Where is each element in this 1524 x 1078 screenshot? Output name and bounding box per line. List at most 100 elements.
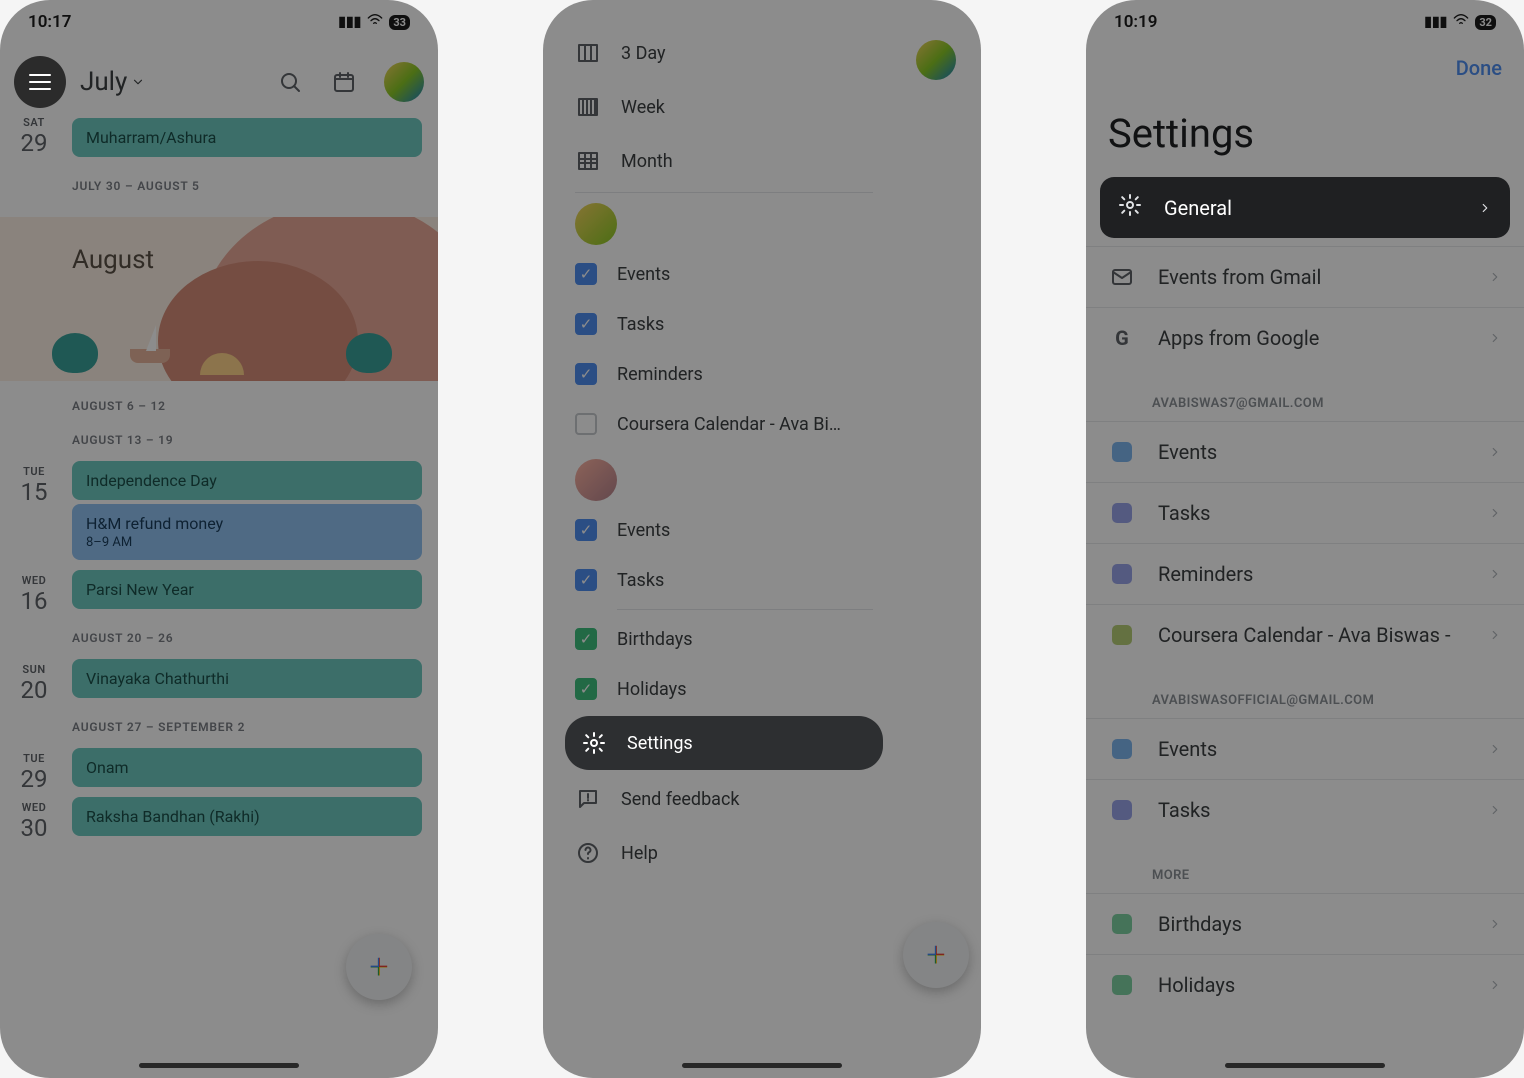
drawer-settings[interactable]: Settings: [565, 716, 883, 770]
checkbox-checked-icon: ✓: [575, 313, 597, 335]
settings-row-m-birthdays[interactable]: Birthdays: [1086, 893, 1524, 954]
calendar-toggle-coursera[interactable]: Coursera Calendar - Ava Biswas -…: [555, 399, 893, 449]
navigation-drawer[interactable]: 3 Day Week Month ✓ Events ✓ Tasks ✓ Remi…: [555, 12, 893, 1066]
calendar-toggle-tasks[interactable]: ✓ Tasks: [555, 299, 893, 349]
status-time: 10:19: [1114, 12, 1157, 32]
event-pill[interactable]: Raksha Bandhan (Rakhi): [72, 797, 422, 836]
calendar-toggle-tasks-2[interactable]: ✓ Tasks: [555, 555, 893, 605]
drawer-help[interactable]: Help: [555, 826, 893, 880]
menu-button[interactable]: [14, 56, 66, 108]
calendar-header: July: [0, 40, 438, 114]
row-label: Events: [1158, 737, 1217, 761]
agenda-list[interactable]: SAT 29 Muharram/Ashura JULY 30 – AUGUST …: [0, 118, 438, 836]
settings-row-events-gmail[interactable]: Events from Gmail: [1086, 246, 1524, 307]
create-event-fab[interactable]: +: [346, 934, 412, 1000]
row-label: Events from Gmail: [1158, 265, 1321, 289]
chevron-down-icon: [131, 75, 145, 89]
calendar-toggle-events-2[interactable]: ✓ Events: [555, 505, 893, 555]
calendar-toggle-birthdays[interactable]: ✓ Birthdays: [555, 614, 893, 664]
week-header: AUGUST 20 – 26: [0, 613, 438, 655]
account-avatar[interactable]: [384, 62, 424, 102]
calendar-toggle-holidays[interactable]: ✓ Holidays: [555, 664, 893, 714]
account1-avatar[interactable]: [575, 203, 617, 245]
event-pill[interactable]: Vinayaka Chathurthi: [72, 659, 422, 698]
today-button[interactable]: [330, 68, 358, 96]
drawer-item-label: Tasks: [617, 570, 664, 591]
event-pill[interactable]: H&M refund money 8–9 AM: [72, 504, 422, 560]
home-indicator: [139, 1063, 299, 1068]
chevron-right-icon: [1488, 737, 1502, 761]
view-option-month[interactable]: Month: [555, 134, 893, 188]
status-bar: 10:19 ▮▮▮ 32: [1086, 0, 1524, 40]
row-label: Coursera Calendar - Ava Biswas -: [1158, 623, 1450, 647]
view-option-3day[interactable]: 3 Day: [555, 26, 893, 80]
settings-row-general[interactable]: General: [1100, 177, 1510, 238]
settings-row-a-coursera[interactable]: Coursera Calendar - Ava Biswas -: [1086, 604, 1524, 665]
calendar-color-icon: [1112, 564, 1132, 584]
day-label: SAT 29: [6, 116, 62, 157]
settings-row-apps-google[interactable]: G Apps from Google: [1086, 307, 1524, 368]
calendar-color-icon: [1112, 442, 1132, 462]
calendar-color-icon: [1112, 914, 1132, 934]
account2-avatar[interactable]: [575, 459, 617, 501]
status-bar: 10:17 ▮▮▮ 33: [0, 0, 438, 40]
section-header: AVABISWAS7@GMAIL.COM: [1086, 368, 1524, 421]
chevron-right-icon: [1488, 501, 1502, 525]
month-label: July: [80, 67, 127, 97]
month-picker[interactable]: July: [80, 67, 145, 97]
chevron-right-icon: [1488, 623, 1502, 647]
settings-row-b-events[interactable]: Events: [1086, 718, 1524, 779]
settings-row-a-tasks[interactable]: Tasks: [1086, 482, 1524, 543]
battery-level: 33: [389, 15, 410, 30]
page-title: Settings: [1086, 80, 1524, 177]
row-label: Holidays: [1158, 973, 1235, 997]
search-button[interactable]: [276, 68, 304, 96]
done-button[interactable]: Done: [1456, 56, 1502, 80]
view-option-week[interactable]: Week: [555, 80, 893, 134]
hero-month-label: August: [72, 245, 154, 275]
chevron-right-icon: [1488, 440, 1502, 464]
row-label: Tasks: [1158, 501, 1211, 525]
drawer-item-label: Events: [617, 520, 670, 541]
signal-icon: ▮▮▮: [338, 14, 361, 30]
row-label: Birthdays: [1158, 912, 1242, 936]
screen-drawer: + 3 Day Week Month ✓ Events ✓ Tasks ✓ Re…: [543, 0, 981, 1078]
calendar-toggle-events[interactable]: ✓ Events: [555, 249, 893, 299]
week-header: AUGUST 6 – 12: [0, 381, 438, 423]
drawer-item-label: Week: [621, 97, 665, 118]
google-icon: G: [1108, 324, 1136, 352]
day-label: TUE15: [6, 465, 62, 506]
settings-list: Events from Gmail G Apps from Google AVA…: [1086, 246, 1524, 1015]
event-pill[interactable]: Onam: [72, 748, 422, 787]
calendar-toggle-reminders[interactable]: ✓ Reminders: [555, 349, 893, 399]
wifi-icon: [367, 14, 383, 30]
chevron-right-icon: [1488, 973, 1502, 997]
row-label: General: [1164, 196, 1232, 220]
drawer-feedback[interactable]: Send feedback: [555, 772, 893, 826]
help-icon: [575, 840, 601, 866]
drawer-item-label: Send feedback: [621, 789, 740, 810]
event-pill[interactable]: Parsi New Year: [72, 570, 422, 609]
settings-row-b-tasks[interactable]: Tasks: [1086, 779, 1524, 840]
drawer-item-label: Help: [621, 843, 658, 864]
week-header: JULY 30 – AUGUST 5: [0, 161, 438, 203]
drawer-item-label: Month: [621, 151, 673, 172]
drawer-item-label: Events: [617, 264, 670, 285]
settings-row-a-reminders[interactable]: Reminders: [1086, 543, 1524, 604]
row-label: Tasks: [1158, 798, 1211, 822]
drawer-item-label: Settings: [627, 733, 693, 754]
drawer-item-label: Coursera Calendar - Ava Biswas -…: [617, 414, 847, 435]
calendar-today-icon: [332, 70, 356, 94]
settings-row-a-events[interactable]: Events: [1086, 421, 1524, 482]
account-avatar: [916, 40, 956, 80]
day-label: WED16: [6, 574, 62, 615]
search-icon: [278, 70, 302, 94]
event-pill[interactable]: Independence Day: [72, 461, 422, 500]
week-header: AUGUST 13 – 19: [0, 423, 438, 457]
event-pill[interactable]: Muharram/Ashura: [72, 118, 422, 157]
settings-row-m-holidays[interactable]: Holidays: [1086, 954, 1524, 1015]
signal-icon: ▮▮▮: [1424, 14, 1447, 30]
background-peek: +: [891, 0, 981, 1078]
event-time: 8–9 AM: [86, 535, 408, 550]
chevron-right-icon: [1488, 265, 1502, 289]
